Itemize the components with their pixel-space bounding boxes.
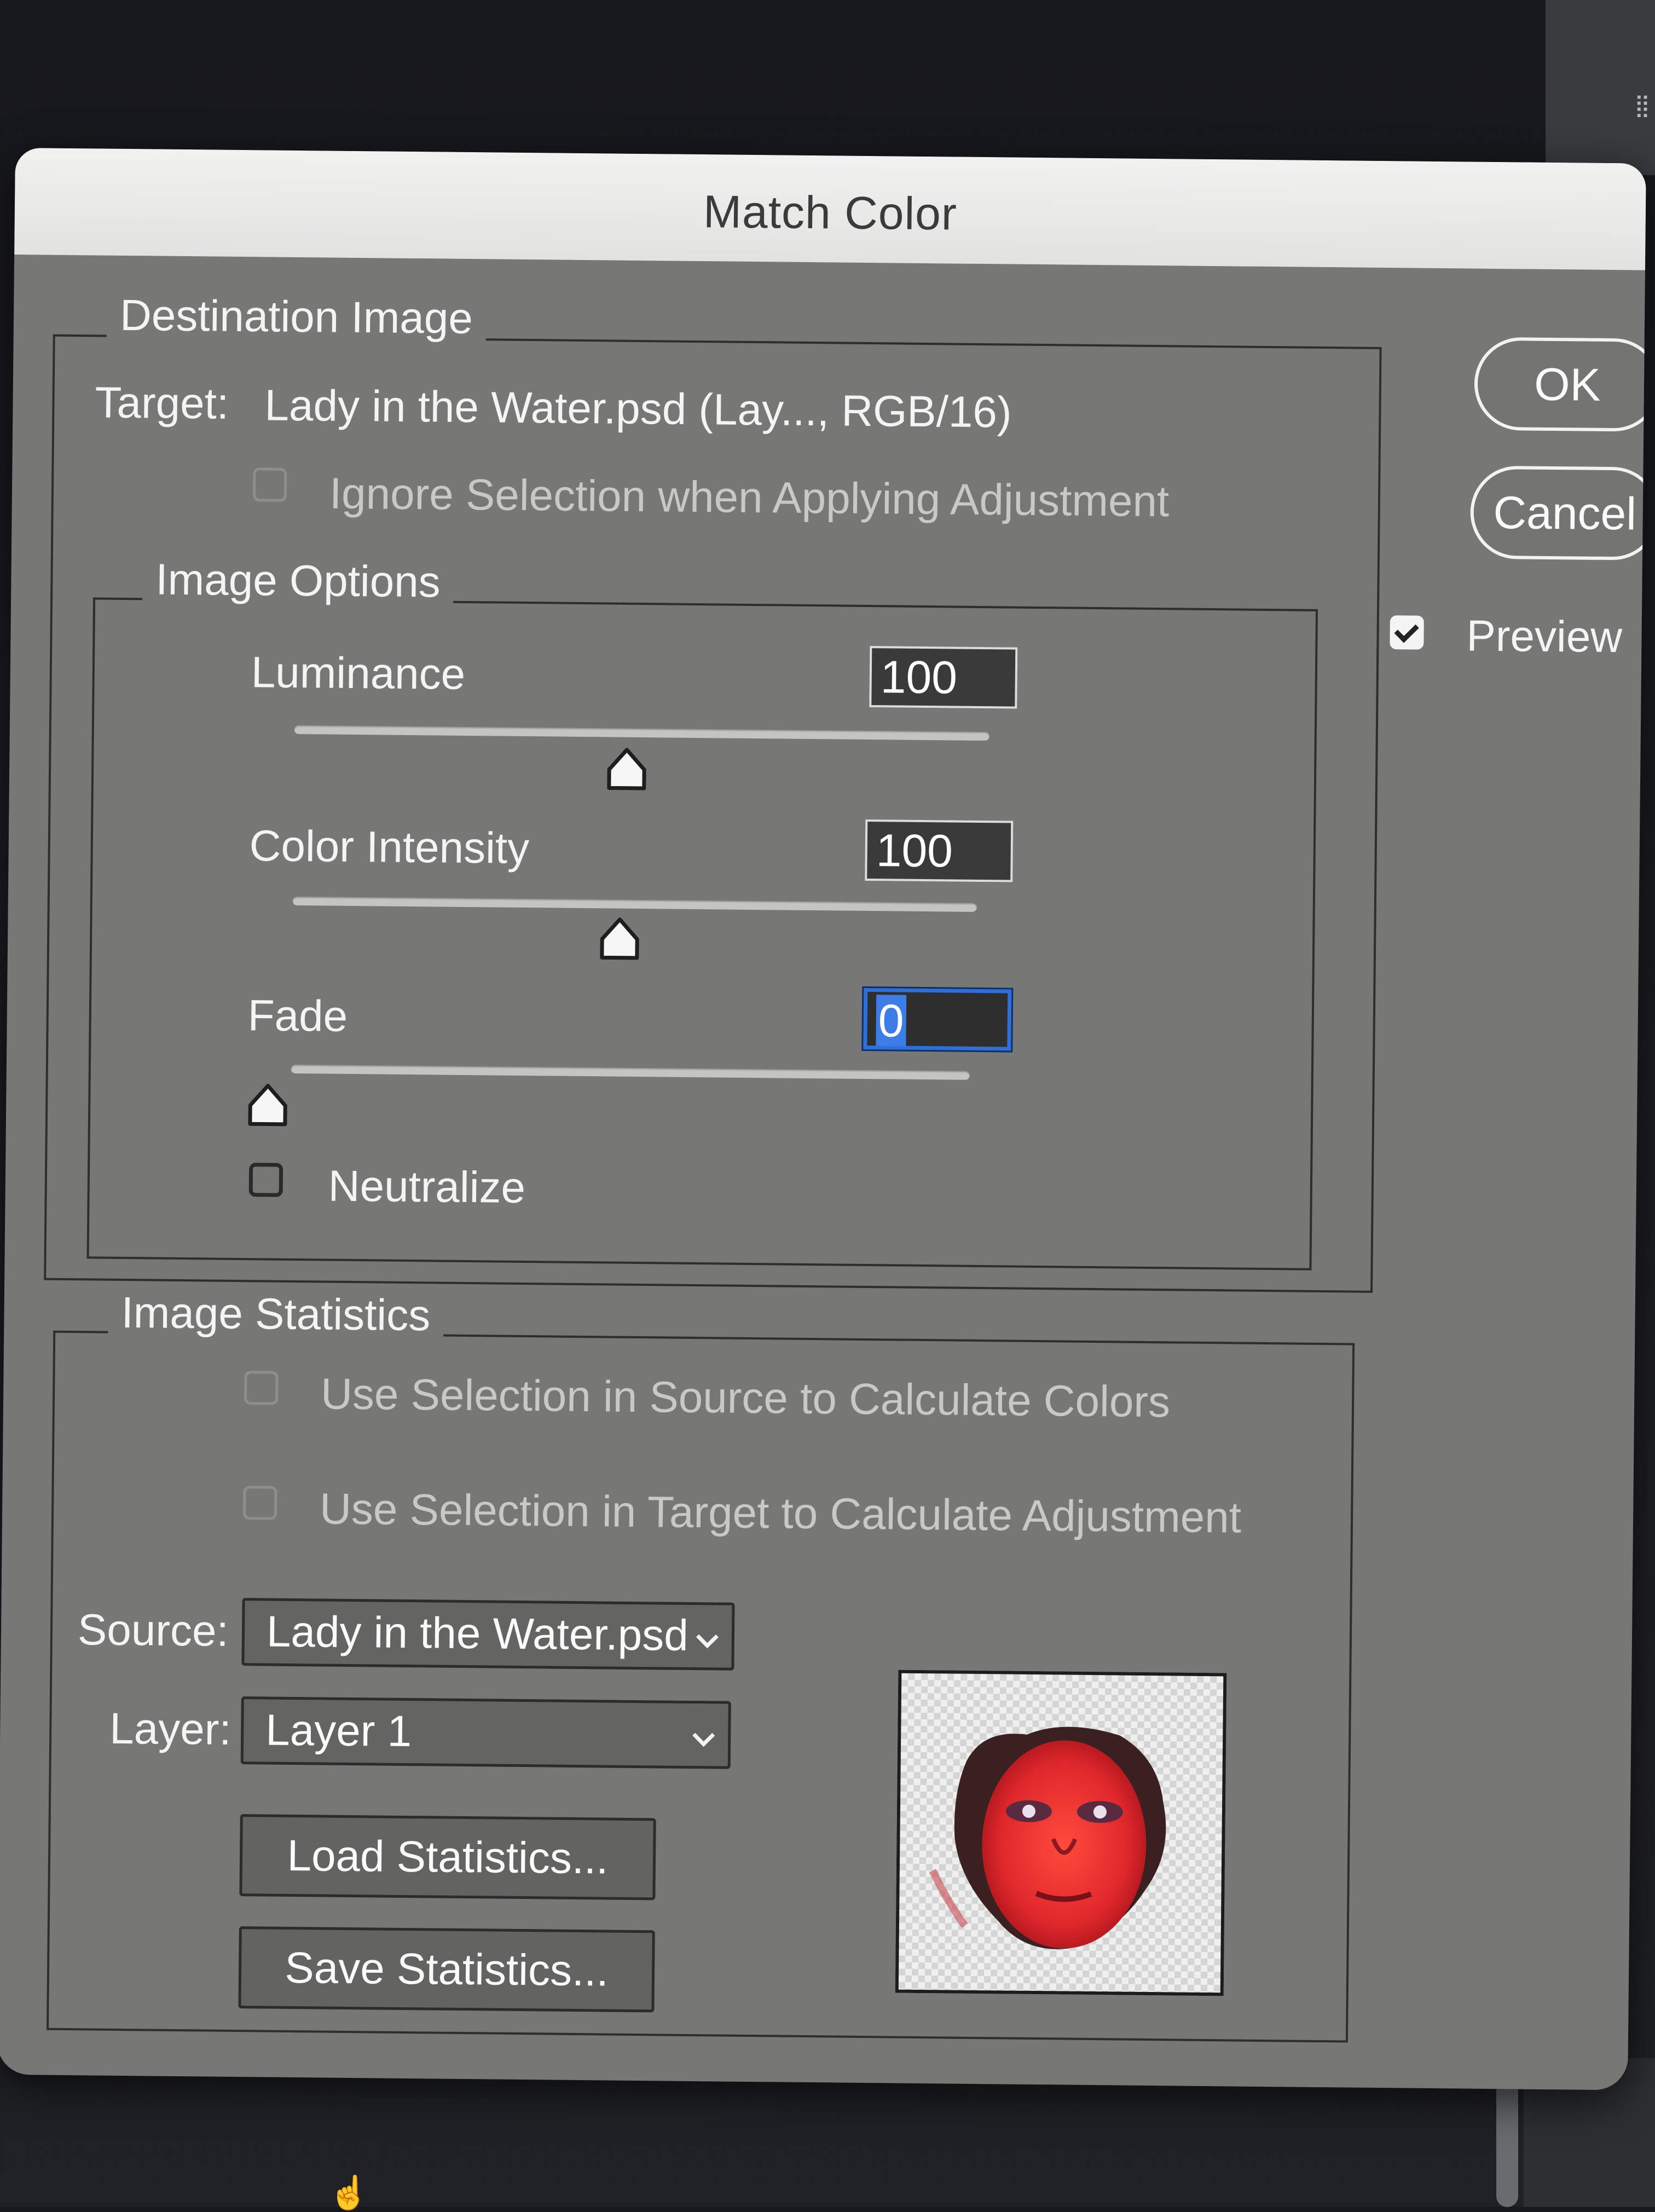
color-intensity-value: 100 — [876, 824, 953, 877]
color-intensity-slider-thumb[interactable] — [599, 917, 641, 960]
ignore-selection-label: Ignore Selection when Applying Adjustmen… — [329, 469, 1170, 526]
layer-value: Layer 1 — [265, 1705, 412, 1756]
luminance-input[interactable]: 100 — [869, 646, 1018, 709]
chevron-down-icon — [696, 1626, 719, 1649]
color-intensity-label: Color Intensity — [249, 821, 530, 873]
fade-value: 0 — [876, 995, 906, 1047]
cancel-button[interactable]: Cancel — [1469, 465, 1646, 561]
source-label: Source: — [77, 1605, 229, 1655]
target-label: Target: — [95, 378, 229, 428]
background-panel — [1546, 0, 1655, 175]
load-statistics-button[interactable]: Load Statistics... — [239, 1814, 656, 1901]
face-preview-image — [929, 1726, 1166, 1949]
dialog-title: Match Color — [703, 186, 958, 240]
layer-label: Layer: — [109, 1703, 232, 1754]
source-dropdown[interactable]: Lady in the Water.psd — [241, 1598, 735, 1671]
preview-label: Preview — [1466, 611, 1623, 662]
background-scrollbar[interactable] — [1496, 2080, 1518, 2207]
use-target-selection-checkbox[interactable] — [242, 1486, 277, 1520]
use-source-selection-label: Use Selection in Source to Calculate Col… — [320, 1369, 1171, 1426]
load-statistics-label: Load Statistics... — [287, 1830, 609, 1883]
luminance-value: 100 — [880, 651, 958, 703]
match-color-dialog: Match Color Destination Image Target: La… — [0, 148, 1646, 2090]
cancel-label: Cancel — [1493, 486, 1637, 539]
mouse-cursor-icon: ☝ — [328, 2174, 369, 2211]
destination-image-legend: Destination Image — [106, 290, 487, 344]
chevron-down-icon — [692, 1724, 715, 1747]
fade-label: Fade — [247, 991, 348, 1041]
preview-checkbox[interactable] — [1390, 615, 1424, 650]
fade-slider-thumb[interactable] — [247, 1083, 289, 1127]
use-source-selection-checkbox[interactable] — [244, 1371, 279, 1405]
ok-label: OK — [1534, 358, 1601, 411]
image-options-legend: Image Options — [142, 554, 454, 608]
layer-dropdown[interactable]: Layer 1 — [240, 1696, 731, 1769]
fade-input[interactable]: 0 — [861, 986, 1014, 1053]
ok-button[interactable]: OK — [1474, 337, 1646, 432]
panel-grip-icon: ⣿ — [1634, 94, 1651, 118]
ignore-selection-checkbox[interactable] — [252, 467, 287, 502]
image-statistics-legend: Image Statistics — [108, 1287, 444, 1341]
luminance-slider-thumb[interactable] — [606, 747, 648, 790]
luminance-label: Luminance — [251, 648, 466, 698]
use-target-selection-label: Use Selection in Target to Calculate Adj… — [319, 1484, 1242, 1542]
neutralize-label: Neutralize — [328, 1161, 526, 1212]
save-statistics-label: Save Statistics... — [285, 1943, 609, 1995]
neutralize-checkbox[interactable] — [248, 1163, 283, 1197]
color-intensity-input[interactable]: 100 — [865, 819, 1014, 882]
source-preview-thumbnail — [895, 1670, 1227, 1996]
save-statistics-button[interactable]: Save Statistics... — [238, 1926, 655, 2013]
source-value: Lady in the Water.psd — [266, 1607, 689, 1660]
title-bar: Match Color — [14, 148, 1646, 270]
target-value: Lady in the Water.psd (Lay..., RGB/16) — [264, 380, 1012, 437]
